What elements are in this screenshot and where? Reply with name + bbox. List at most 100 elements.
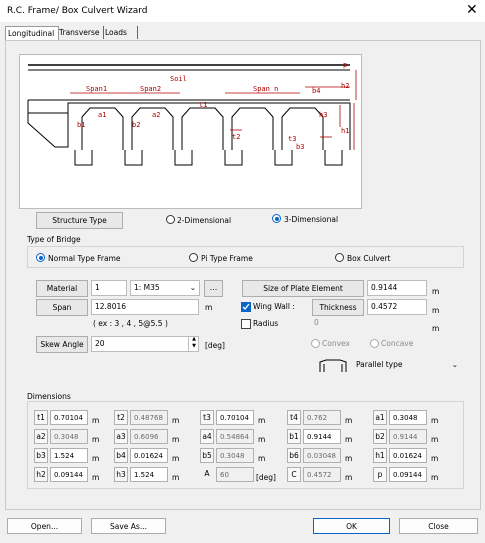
dim-label-c: C: [287, 467, 301, 482]
open-button[interactable]: Open...: [7, 518, 82, 534]
dim-unit-a: [deg]: [256, 473, 276, 482]
close-icon[interactable]: ✕: [466, 2, 478, 18]
dim-input-t4[interactable]: 0.762: [303, 410, 341, 425]
dim-label-a3: a3: [114, 429, 128, 444]
tab-transverse[interactable]: Transverse: [57, 26, 104, 39]
span-input[interactable]: 12.8016: [91, 299, 199, 315]
wing-type-icon: [318, 358, 348, 374]
material-select-value: 1: M35: [134, 283, 160, 292]
dim-unit-b5: m: [258, 454, 266, 463]
diagram-label-span1: Span1: [86, 85, 107, 93]
material-label: Material: [36, 280, 88, 297]
dim-input-p[interactable]: 0.09144: [389, 467, 427, 482]
diagram-label-soil: Soil: [170, 75, 187, 83]
plate-size-unit: m: [432, 287, 440, 296]
diagram-label-t3: t3: [288, 135, 296, 143]
material-browse-button[interactable]: ...: [204, 280, 223, 297]
dim-unit-h2: m: [92, 473, 100, 482]
dim-input-b5[interactable]: 0.3048: [216, 448, 254, 463]
dim-unit-b4: m: [172, 454, 180, 463]
dim-label-h3: h3: [114, 467, 128, 482]
dim-input-a1[interactable]: 0.3048: [389, 410, 427, 425]
save-as-button[interactable]: Save As...: [91, 518, 166, 534]
radius-checkbox[interactable]: [241, 319, 251, 329]
dim-input-h2[interactable]: 0.09144: [50, 467, 88, 482]
radio-convex[interactable]: [311, 339, 320, 348]
dim-input-a3[interactable]: 0.6096: [130, 429, 168, 444]
plate-size-label: Size of Plate Element: [242, 280, 364, 297]
dim-input-t1[interactable]: 0.70104: [50, 410, 88, 425]
radio-concave[interactable]: [370, 339, 379, 348]
material-id-field[interactable]: 1: [91, 280, 127, 296]
radio-3d[interactable]: [272, 214, 281, 223]
dim-unit-c: m: [345, 473, 353, 482]
dim-input-b6[interactable]: 0.03048: [303, 448, 341, 463]
dim-label-a: A: [204, 469, 210, 478]
diagram-label-p: p: [343, 61, 347, 69]
dim-input-c[interactable]: 0.4572: [303, 467, 341, 482]
dim-input-b4[interactable]: 0.01624: [130, 448, 168, 463]
dim-input-a[interactable]: 60: [216, 467, 254, 482]
window-title: R.C. Frame/ Box Culvert Wizard: [7, 6, 148, 16]
dim-input-h3[interactable]: 1.524: [130, 467, 168, 482]
radio-pi-frame-label: Pi Type Frame: [201, 254, 253, 263]
wing-type-select[interactable]: Parallel type ⌄: [353, 358, 461, 374]
dim-label-t4: t4: [287, 410, 301, 425]
skew-angle-value: 20: [95, 339, 105, 348]
radius-value[interactable]: 0: [314, 318, 319, 327]
radio-2d[interactable]: [166, 215, 175, 224]
dim-input-h1[interactable]: 0.01624: [389, 448, 427, 463]
radio-pi-frame[interactable]: [189, 253, 198, 262]
diagram-label-spann: Span n: [253, 85, 278, 93]
radio-normal-frame[interactable]: [36, 253, 45, 262]
diagram-label-t2: t2: [232, 133, 240, 141]
dim-input-a4[interactable]: 0.54864: [216, 429, 254, 444]
check-icon: [242, 303, 250, 310]
dim-unit-t4: m: [345, 416, 353, 425]
plate-size-input[interactable]: 0.9144: [367, 280, 427, 296]
diagram-label-span2: Span2: [140, 85, 161, 93]
radio-box-culvert[interactable]: [335, 253, 344, 262]
frame-drawing: Soil p Span1 Span2 Span n t1 t2 t3 b1 b2…: [27, 61, 357, 166]
diagram-label-a2: a2: [152, 111, 160, 119]
dim-input-a2[interactable]: 0.3048: [50, 429, 88, 444]
diagram-label-h3: h3: [319, 111, 327, 119]
diagram-label-t1: t1: [199, 101, 207, 109]
dim-unit-h1: m: [431, 454, 439, 463]
dim-unit-a3: m: [172, 435, 180, 444]
dim-unit-b2: m: [431, 435, 439, 444]
dim-label-p: p: [373, 467, 387, 482]
material-select[interactable]: 1: M35 ⌄: [130, 280, 200, 296]
skew-spinner[interactable]: ▲ ▼: [188, 336, 199, 352]
close-button[interactable]: Close: [399, 518, 478, 534]
tab-loads[interactable]: Loads: [103, 26, 138, 39]
dim-label-b1: b1: [287, 429, 301, 444]
wing-wall-checkbox[interactable]: [241, 302, 251, 312]
frame-diagram: Soil p Span1 Span2 Span n t1 t2 t3 b1 b2…: [19, 54, 362, 209]
dim-input-t2[interactable]: 0.48768: [130, 410, 168, 425]
dim-label-a2: a2: [34, 429, 48, 444]
dim-input-b3[interactable]: 1.524: [50, 448, 88, 463]
dim-input-b2[interactable]: 0.9144: [389, 429, 427, 444]
skew-angle-input[interactable]: 20: [91, 336, 199, 352]
ok-button[interactable]: OK: [313, 518, 390, 534]
diagram-label-b3: b3: [296, 143, 304, 151]
span-example: ( ex : 3 , 4 , 5@5.5 ): [93, 319, 168, 328]
dim-unit-p: m: [431, 473, 439, 482]
dim-label-h2: h2: [34, 467, 48, 482]
dim-label-t3: t3: [200, 410, 214, 425]
dim-unit-a4: m: [258, 435, 266, 444]
skew-unit: [deg]: [205, 341, 225, 350]
dim-input-b1[interactable]: 0.9144: [303, 429, 341, 444]
thickness-unit: m: [432, 306, 440, 315]
radio-convex-label: Convex: [322, 339, 350, 348]
dim-unit-a1: m: [431, 416, 439, 425]
dim-label-b3: b3: [34, 448, 48, 463]
dim-unit-b3: m: [92, 454, 100, 463]
dim-input-t3[interactable]: 0.70104: [216, 410, 254, 425]
tab-longitudinal[interactable]: Longitudinal: [5, 26, 59, 40]
dim-label-h1: h1: [373, 448, 387, 463]
thickness-input[interactable]: 0.4572: [367, 299, 427, 315]
dim-unit-h3: m: [172, 473, 180, 482]
dim-label-a1: a1: [373, 410, 387, 425]
